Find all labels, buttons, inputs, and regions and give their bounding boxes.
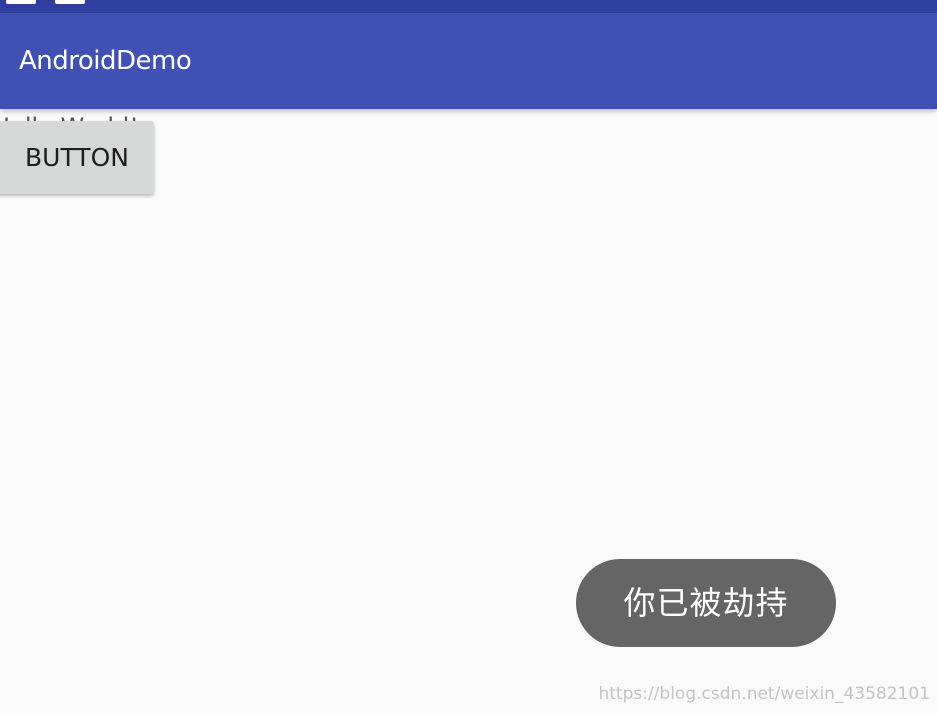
android-screen: AndroidDemo Hello World! BUTTON 你已被劫持 ht… bbox=[0, 0, 937, 713]
watermark: https://blog.csdn.net/weixin_43582101 bbox=[598, 684, 930, 704]
toast-message: 你已被劫持 bbox=[576, 559, 836, 647]
notification-icon bbox=[55, 0, 85, 4]
app-bar: AndroidDemo bbox=[0, 13, 937, 109]
status-bar bbox=[0, 0, 937, 13]
notification-icon bbox=[6, 0, 36, 4]
main-button[interactable]: BUTTON bbox=[0, 121, 154, 194]
app-title: AndroidDemo bbox=[19, 46, 192, 76]
